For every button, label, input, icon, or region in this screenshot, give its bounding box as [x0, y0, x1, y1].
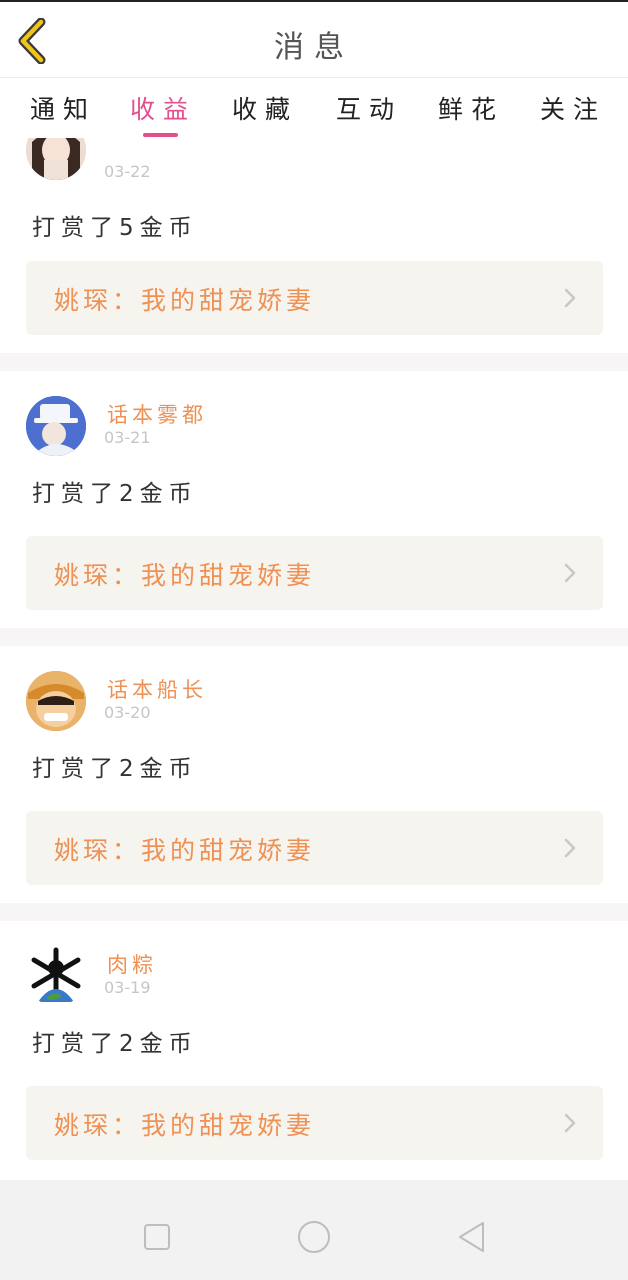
avatar[interactable]: [26, 946, 86, 1006]
avatar[interactable]: [26, 671, 86, 731]
date: 03-22: [104, 162, 151, 181]
chevron-right-icon: [564, 288, 576, 308]
date: 03-19: [104, 978, 151, 997]
active-tab-indicator: [143, 133, 178, 137]
chevron-right-icon: [564, 1113, 576, 1133]
avatar-globe-icon: [26, 946, 86, 1006]
earnings-list[interactable]: 03-22 打赏了5金币 姚琛：我的甜宠娇妻 话本雾都 03-21 打赏了2金币…: [0, 138, 628, 1180]
username[interactable]: 肉粽: [107, 949, 157, 979]
reward-text: 打赏了2金币: [32, 756, 198, 782]
list-item: 话本船长 03-20 打赏了2金币 姚琛：我的甜宠娇妻: [0, 646, 628, 903]
tab-interactions[interactable]: 互动: [336, 90, 402, 126]
chevron-right-icon: [564, 838, 576, 858]
tab-bar: 通知 收益 收藏 互动 鲜花 关注: [0, 78, 628, 138]
avatar-magician-icon: [26, 396, 86, 456]
book-link[interactable]: 姚琛：我的甜宠娇妻: [26, 1086, 603, 1160]
divider: [0, 628, 628, 646]
avatar-girl-icon: [26, 138, 86, 180]
username[interactable]: 话本船长: [107, 674, 207, 704]
book-title: 姚琛：我的甜宠娇妻: [54, 836, 316, 865]
date: 03-20: [104, 703, 151, 722]
reward-text: 打赏了5金币: [32, 215, 198, 241]
tab-following[interactable]: 关注: [540, 90, 606, 126]
book-link[interactable]: 姚琛：我的甜宠娇妻: [26, 261, 603, 335]
book-title: 姚琛：我的甜宠娇妻: [54, 561, 316, 590]
date: 03-21: [104, 428, 151, 447]
divider: [0, 903, 628, 921]
top-bar: 消息: [0, 0, 628, 78]
tab-flowers[interactable]: 鲜花: [438, 90, 504, 126]
page-title: 消息: [274, 30, 354, 65]
book-title: 姚琛：我的甜宠娇妻: [54, 286, 316, 315]
reward-text: 打赏了2金币: [32, 481, 198, 507]
book-link[interactable]: 姚琛：我的甜宠娇妻: [26, 811, 603, 885]
username[interactable]: 话本雾都: [107, 399, 207, 429]
tab-earnings[interactable]: 收益: [130, 90, 196, 126]
system-nav-bar: [0, 1180, 628, 1280]
tab-favorites[interactable]: 收藏: [232, 90, 298, 126]
book-link[interactable]: 姚琛：我的甜宠娇妻: [26, 536, 603, 610]
home-icon[interactable]: [297, 1220, 331, 1254]
recent-apps-icon[interactable]: [140, 1220, 174, 1254]
tab-notifications[interactable]: 通知: [30, 90, 96, 126]
avatar[interactable]: [26, 138, 86, 180]
list-item: 肉粽 03-19 打赏了2金币 姚琛：我的甜宠娇妻: [0, 921, 628, 1180]
avatar[interactable]: [26, 396, 86, 456]
reward-text: 打赏了2金币: [32, 1031, 198, 1057]
list-item: 03-22 打赏了5金币 姚琛：我的甜宠娇妻: [0, 138, 628, 353]
divider: [0, 353, 628, 371]
list-item: 话本雾都 03-21 打赏了2金币 姚琛：我的甜宠娇妻: [0, 371, 628, 628]
avatar-straw-hat-icon: [26, 671, 86, 731]
book-title: 姚琛：我的甜宠娇妻: [54, 1111, 316, 1140]
back-triangle-icon[interactable]: [455, 1220, 489, 1254]
chevron-right-icon: [564, 563, 576, 583]
